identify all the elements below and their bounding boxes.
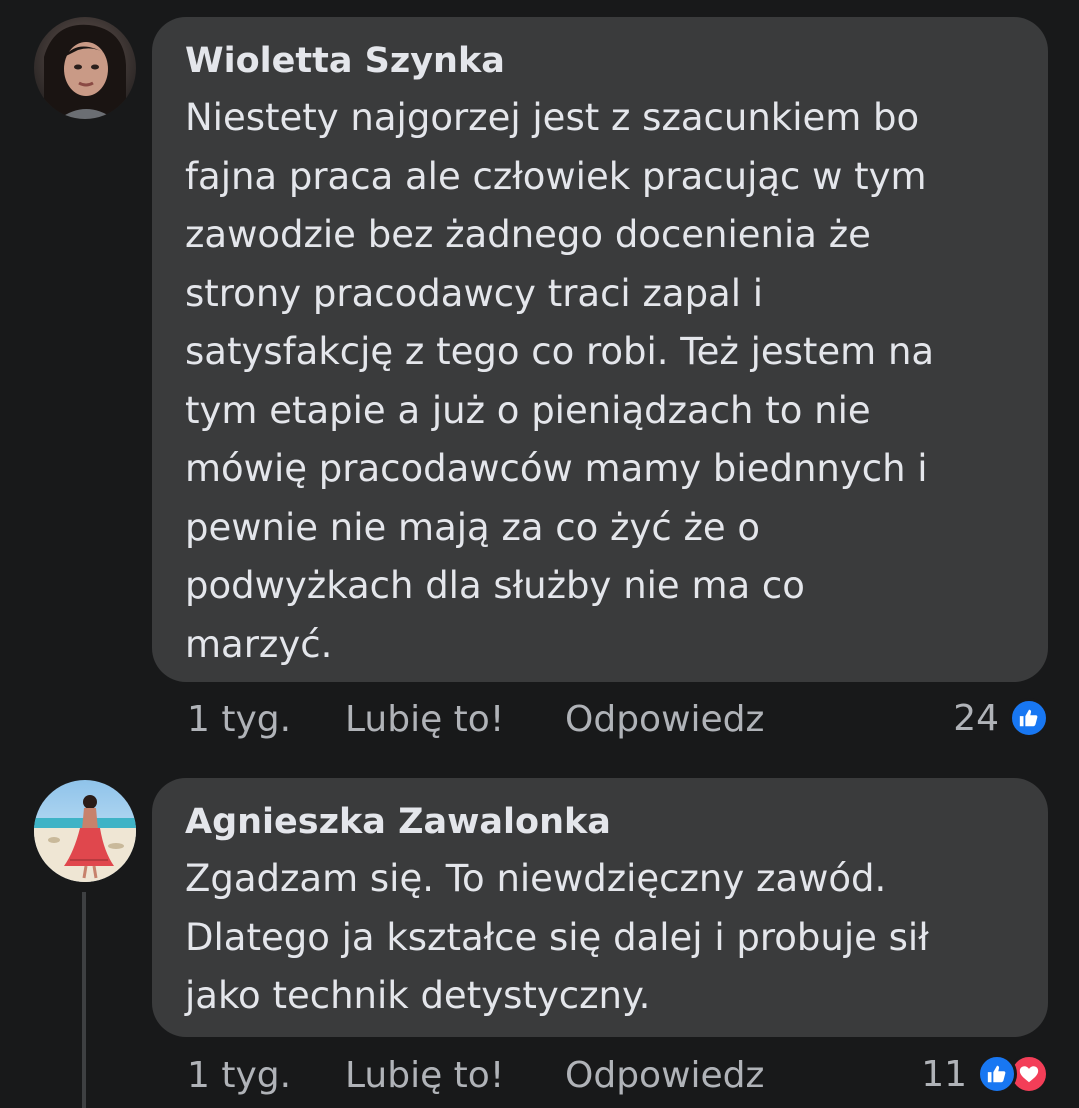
reaction-count: 24 — [953, 697, 999, 739]
comment-text: Zgadzam się. To niewdzięczny zawód. Dlat… — [185, 850, 1028, 1026]
like-button[interactable]: Lubię to! — [345, 1054, 504, 1098]
reply-button[interactable]: Odpowiedz — [565, 698, 764, 742]
reaction-summary[interactable]: 11 — [921, 1052, 1049, 1096]
comment-text-line: strony pracodawcy traci zapal i — [185, 271, 764, 315]
avatar-photo-icon — [34, 780, 136, 882]
comment-text-line: pewnie nie mają za co żyć że o — [185, 505, 761, 549]
comment: Wioletta Szynka Niestety najgorzej jest … — [0, 0, 1079, 760]
comment-text-line: jako technik detystyczny. — [185, 974, 651, 1017]
comment-bubble: Wioletta Szynka Niestety najgorzej jest … — [152, 17, 1048, 682]
comment-author[interactable]: Agnieszka Zawalonka — [185, 800, 1028, 844]
avatar-photo-icon — [34, 17, 136, 119]
comment-text-line: tym etapie a już o pieniądzach to nie — [185, 388, 871, 432]
comment-text-line: podwyżkach dla służby nie ma co — [185, 564, 805, 607]
comment-text-line: marzyć. — [185, 622, 333, 666]
comment-text-line: Niestety najgorzej jest z szacunkiem bo — [185, 96, 920, 139]
comment-text: Niestety najgorzej jest z szacunkiem bo … — [185, 89, 1028, 674]
comment-timestamp[interactable]: 1 tyg. — [187, 698, 291, 742]
comment-text-line: Dlatego ja kształce się dalej i probuje … — [185, 915, 929, 959]
comment-text-line: mówię pracodawców mamy biednnych i — [185, 447, 928, 490]
avatar[interactable] — [34, 780, 136, 882]
comment-text-line: Zgadzam się. To niewdzięczny zawód. — [185, 857, 887, 900]
like-icon — [977, 1054, 1017, 1094]
comment-bubble: Agnieszka Zawalonka Zgadzam się. To niew… — [152, 778, 1048, 1037]
reply-button[interactable]: Odpowiedz — [565, 1054, 764, 1098]
comment-text-line: fajna praca ale człowiek pracując w tym — [185, 154, 927, 198]
avatar[interactable] — [34, 17, 136, 119]
comment-author[interactable]: Wioletta Szynka — [185, 39, 1028, 83]
thread-line — [82, 892, 86, 1108]
reaction-count: 11 — [921, 1053, 967, 1095]
comment-timestamp[interactable]: 1 tyg. — [187, 1054, 291, 1098]
like-button[interactable]: Lubię to! — [345, 698, 504, 742]
reaction-summary[interactable]: 24 — [953, 696, 1049, 740]
comment-text-line: zawodzie bez żadnego docenienia że — [185, 213, 871, 256]
like-icon — [1009, 698, 1049, 738]
comment-text-line: satysfakcję z tego co robi. Też jestem n… — [185, 330, 935, 373]
